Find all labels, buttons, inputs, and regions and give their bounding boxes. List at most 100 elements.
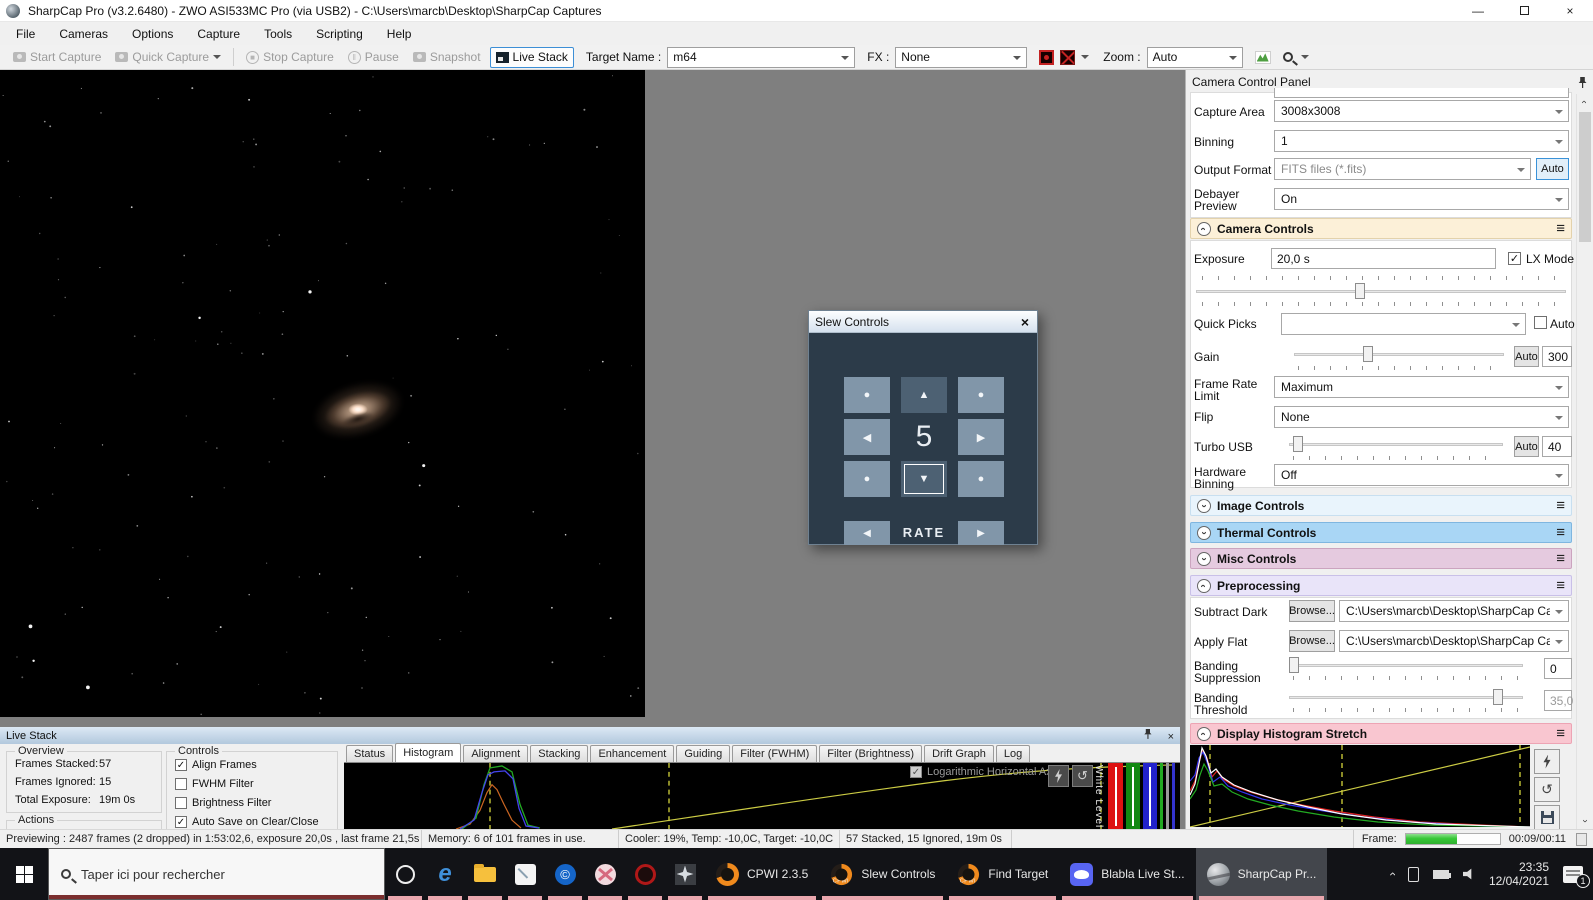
gain-value-input[interactable]: 300 [1542, 346, 1572, 367]
menu-cameras[interactable]: Cameras [47, 22, 120, 45]
section-camera-controls[interactable]: › Camera Controls ≡ [1190, 218, 1572, 239]
notification-center-icon[interactable]: 1 [1563, 866, 1583, 883]
slew-sw-button[interactable]: ● [844, 461, 890, 497]
menu-scripting[interactable]: Scripting [304, 22, 375, 45]
collapse-icon[interactable]: › [1197, 579, 1211, 593]
tab-log[interactable]: Log [996, 745, 1030, 762]
section-menu-icon[interactable]: ≡ [1556, 220, 1565, 237]
panel-scrollbar[interactable]: › › [1576, 94, 1592, 829]
app-find-target[interactable]: CPWI Find Target [946, 848, 1059, 900]
start-capture-button[interactable]: Start Capture [8, 47, 106, 68]
section-image-controls[interactable]: › Image Controls ≡ [1190, 495, 1572, 516]
phone-icon[interactable] [1408, 867, 1419, 882]
tray-clock[interactable]: 23:35 12/04/2021 [1489, 860, 1549, 888]
minimize-button[interactable]: — [1455, 0, 1501, 22]
align-frames-checkbox[interactable] [175, 759, 187, 771]
exposure-slider[interactable] [1196, 282, 1566, 300]
rate-increase-button[interactable]: ▶ [958, 521, 1004, 545]
reticle-overlay-icon[interactable] [1060, 50, 1075, 65]
star-app-button[interactable] [665, 848, 705, 900]
app-slew-controls[interactable]: CPWI Slew Controls [819, 848, 946, 900]
chevron-down-icon[interactable] [1081, 55, 1089, 59]
edge-button[interactable]: e [425, 848, 465, 900]
section-menu-icon[interactable]: ≡ [1556, 497, 1565, 514]
scroll-down-arrow[interactable]: › [1577, 813, 1593, 829]
quick-picks-auto-checkbox[interactable] [1534, 316, 1547, 329]
close-button[interactable]: × [1547, 0, 1593, 22]
slew-nw-button[interactable]: ● [844, 377, 890, 413]
menu-tools[interactable]: Tools [252, 22, 304, 45]
scroll-up-arrow[interactable]: › [1577, 94, 1593, 110]
magnifier-tool-icon[interactable] [1283, 52, 1293, 62]
stop-capture-button[interactable]: ■ Stop Capture [241, 47, 339, 68]
debayer-preview-select[interactable]: On [1274, 188, 1569, 210]
tab-guiding[interactable]: Guiding [676, 745, 730, 762]
gain-slider[interactable] [1294, 345, 1504, 363]
camera-preview-image[interactable] [0, 70, 645, 717]
turbo-usb-value-input[interactable]: 40 [1542, 436, 1572, 457]
banding-suppression-slider[interactable] [1289, 656, 1523, 674]
rate-decrease-button[interactable]: ◀ [844, 521, 890, 545]
binning-select[interactable]: 1 [1274, 130, 1569, 152]
log-axis-checkbox[interactable] [910, 766, 922, 778]
start-button[interactable] [0, 848, 48, 900]
tab-drift-graph[interactable]: Drift Graph [924, 745, 994, 762]
section-menu-icon[interactable]: ≡ [1556, 550, 1565, 567]
section-display-histogram-stretch[interactable]: › Display Histogram Stretch ≡ [1190, 723, 1572, 744]
expand-icon[interactable]: › [1197, 552, 1211, 566]
collapse-icon[interactable]: › [1197, 222, 1211, 236]
expand-icon[interactable]: › [1197, 499, 1211, 513]
notes-app-button[interactable] [505, 848, 545, 900]
hardware-binning-select[interactable]: Off [1274, 464, 1569, 486]
target-name-input[interactable]: m64 [667, 47, 855, 68]
pin-icon[interactable] [1577, 76, 1588, 89]
subtract-dark-path-select[interactable]: C:\Users\marcb\Desktop\SharpCap Capt... [1339, 600, 1569, 622]
slider-thumb[interactable] [1293, 436, 1303, 452]
menu-file[interactable]: File [4, 22, 47, 45]
subtract-dark-browse-button[interactable]: Browse... [1289, 600, 1335, 622]
output-format-select[interactable]: FITS files (*.fits) [1274, 158, 1531, 180]
tab-alignment[interactable]: Alignment [463, 745, 528, 762]
auto-stretch-button[interactable] [1534, 749, 1560, 774]
banding-threshold-slider[interactable] [1289, 688, 1523, 706]
cortana-button[interactable] [385, 848, 425, 900]
gain-auto-button[interactable]: Auto [1514, 346, 1539, 367]
tab-stacking[interactable]: Stacking [530, 745, 588, 762]
chevron-down-icon[interactable] [1301, 55, 1309, 59]
histogram-tool-icon[interactable] [1255, 51, 1271, 64]
log-doc-icon[interactable] [1576, 833, 1587, 846]
banding-suppression-value[interactable]: 0 [1544, 658, 1572, 679]
selection-area-icon[interactable] [1039, 50, 1054, 65]
fx-select[interactable]: None [895, 47, 1027, 68]
snip-app-button[interactable] [585, 848, 625, 900]
fwhm-filter-checkbox[interactable] [175, 778, 187, 790]
tab-filter-fwhm[interactable]: Filter (FWHM) [732, 745, 817, 762]
brightness-filter-checkbox[interactable] [175, 797, 187, 809]
lx-mode-checkbox[interactable] [1508, 252, 1521, 265]
pin-icon[interactable] [1143, 728, 1153, 740]
taskbar-search[interactable]: Taper ici pour rechercher [48, 848, 385, 900]
auto-stretch-button[interactable] [1048, 765, 1069, 787]
tab-filter-brightness[interactable]: Filter (Brightness) [819, 745, 922, 762]
slew-close-button[interactable]: × [1013, 312, 1037, 332]
apply-flat-path-select[interactable]: C:\Users\marcb\Desktop\SharpCap Capt... [1339, 630, 1569, 652]
section-menu-icon[interactable]: ≡ [1556, 524, 1565, 541]
flip-select[interactable]: None [1274, 406, 1569, 428]
section-misc-controls[interactable]: › Misc Controls ≡ [1190, 548, 1572, 569]
app-discord[interactable]: Blabla Live St... [1059, 848, 1195, 900]
slider-thumb[interactable] [1355, 283, 1365, 299]
menu-help[interactable]: Help [375, 22, 424, 45]
battery-icon[interactable] [1433, 870, 1449, 879]
file-explorer-button[interactable] [465, 848, 505, 900]
tab-status[interactable]: Status [346, 745, 393, 762]
capture-area-select[interactable]: 3008x3008 [1274, 100, 1569, 122]
tray-expand-icon[interactable]: › [1385, 872, 1399, 876]
turbo-usb-auto-button[interactable]: Auto [1514, 436, 1539, 457]
slew-ne-button[interactable]: ● [958, 377, 1004, 413]
tab-enhancement[interactable]: Enhancement [590, 745, 674, 762]
slider-thumb[interactable] [1363, 346, 1373, 362]
section-menu-icon[interactable]: ≡ [1556, 577, 1565, 594]
output-format-auto-button[interactable]: Auto [1536, 158, 1569, 180]
reset-stretch-button[interactable]: ↺ [1072, 765, 1093, 787]
zoom-select[interactable]: Auto [1147, 47, 1243, 68]
